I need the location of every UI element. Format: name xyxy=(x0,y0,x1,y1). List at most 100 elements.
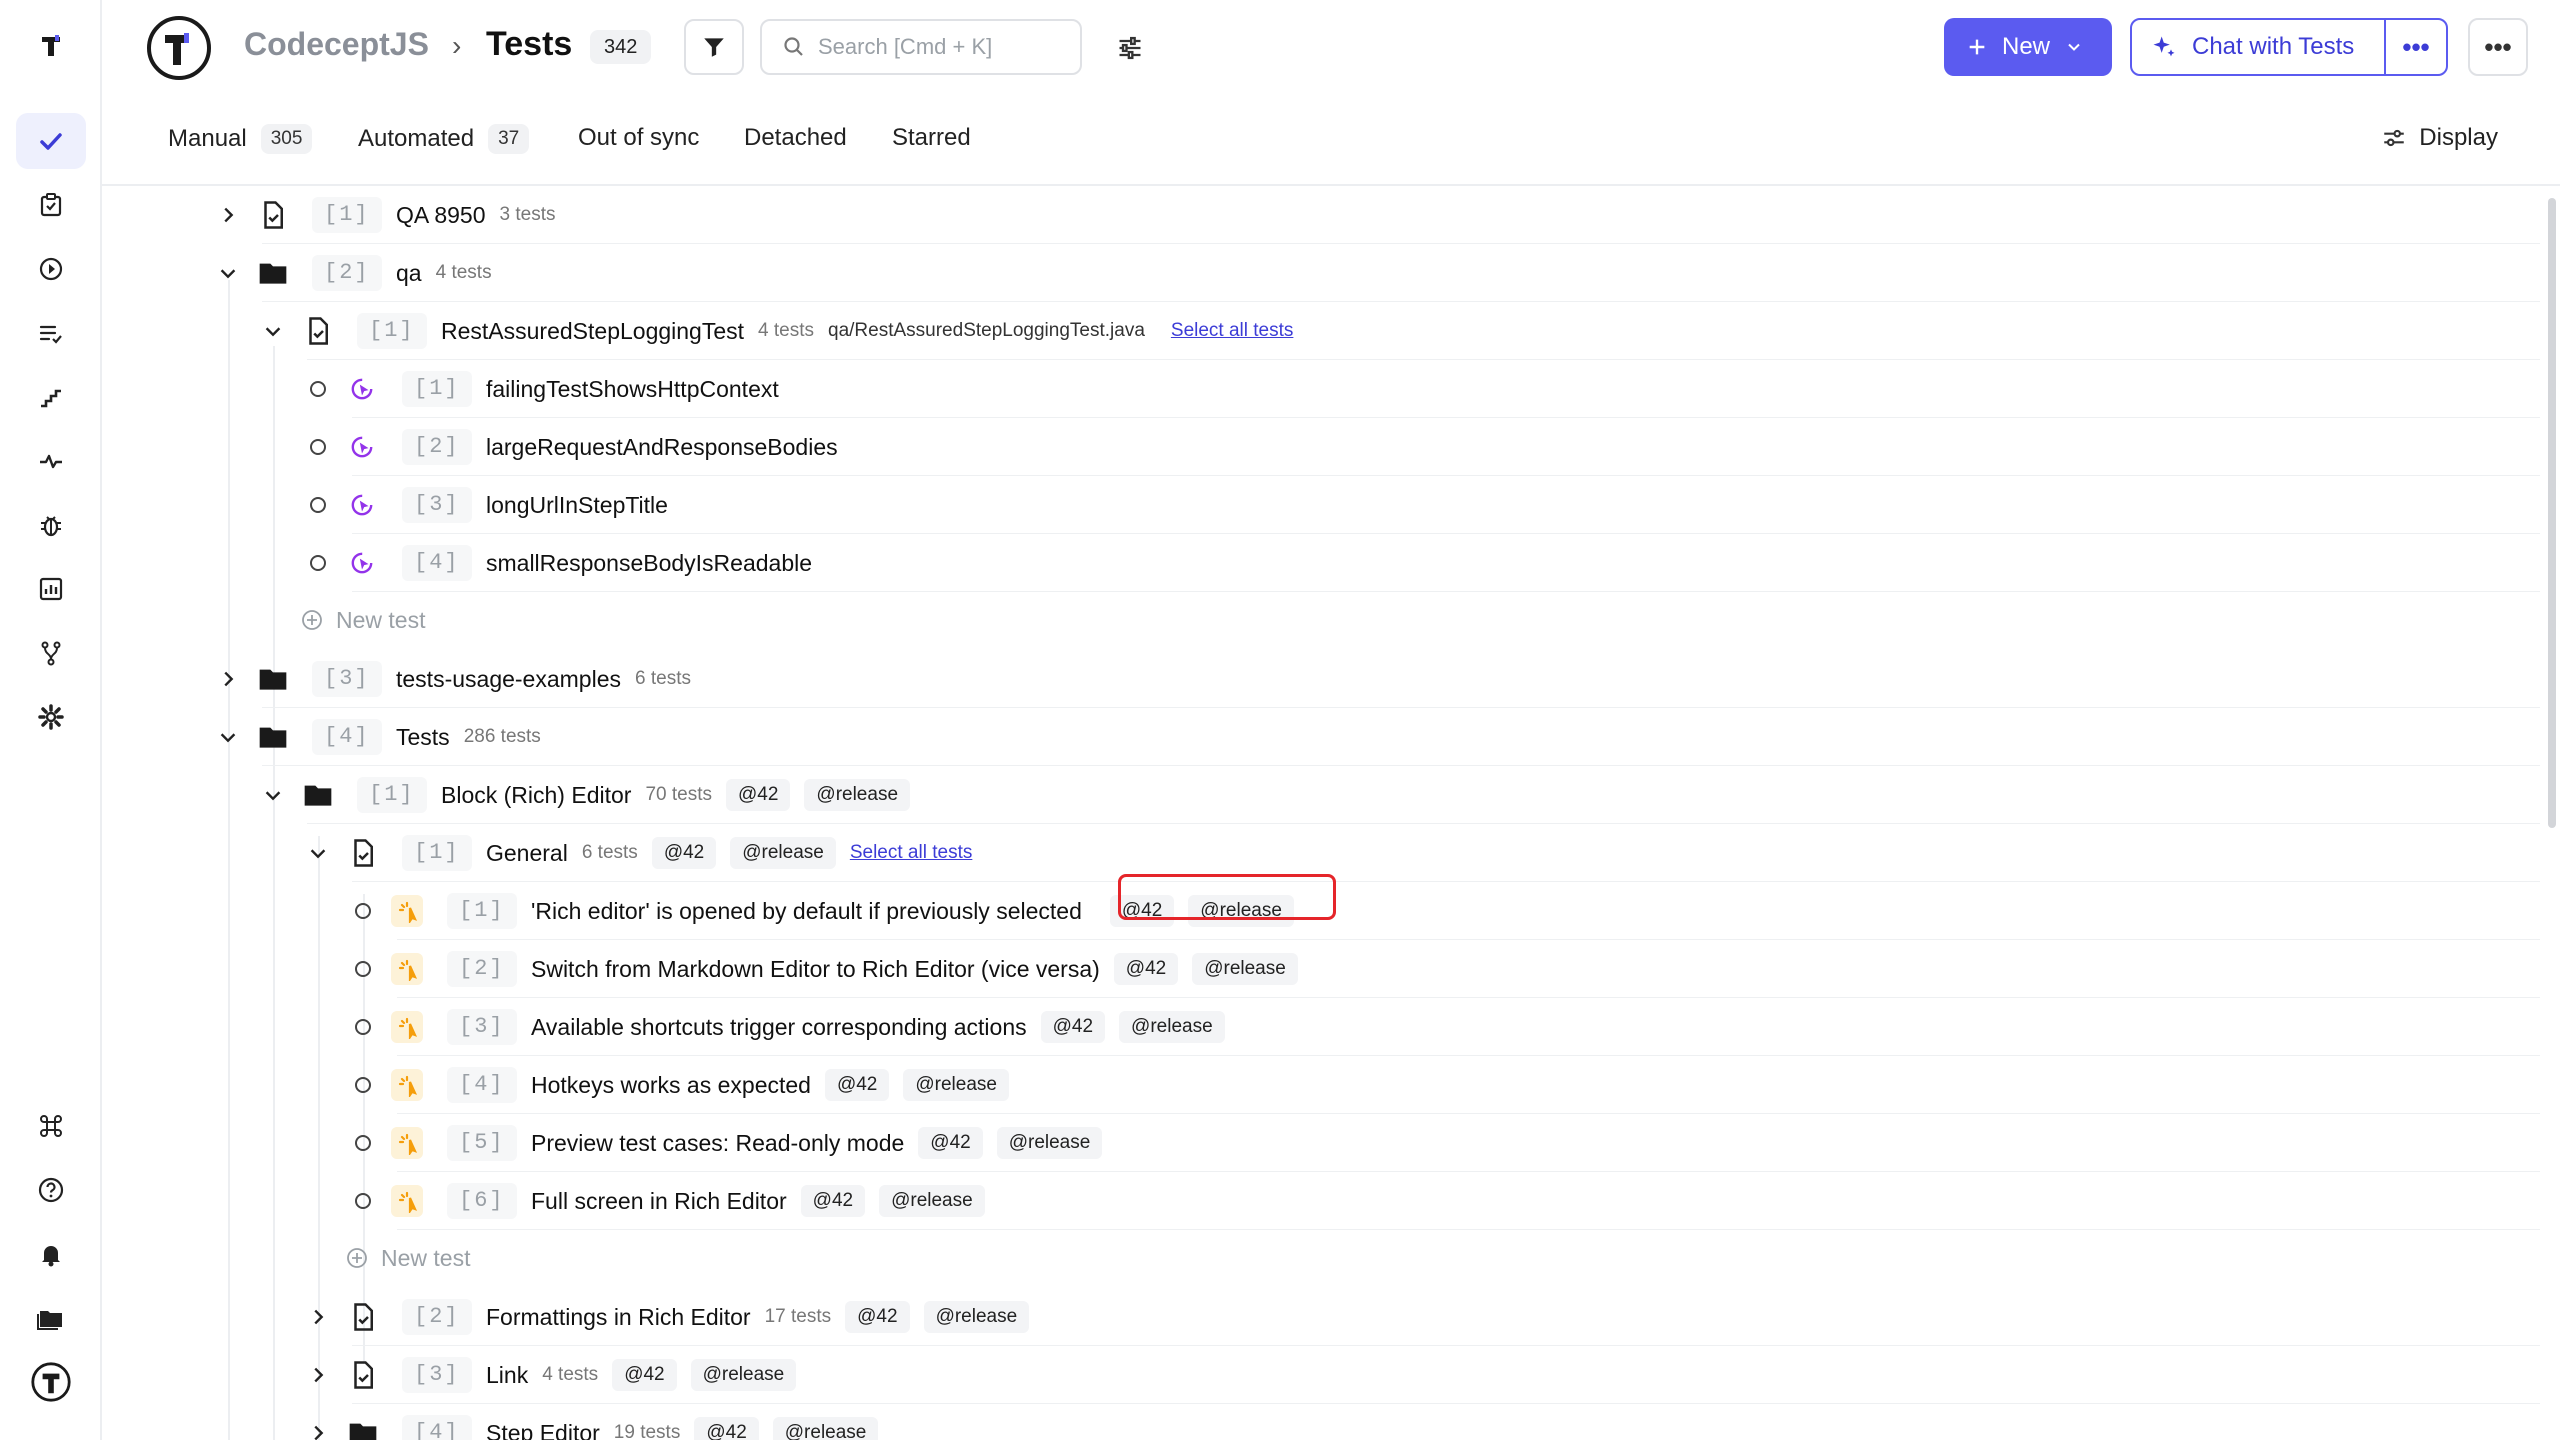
tree-row-test[interactable]: [2] Switch from Markdown Editor to Rich … xyxy=(102,940,2540,998)
sidebar-item-defects[interactable] xyxy=(16,497,86,553)
sidebar-item-commands[interactable] xyxy=(16,1098,86,1154)
project-logo[interactable] xyxy=(146,15,212,81)
tag-badge[interactable]: @release xyxy=(1192,953,1298,985)
chevron-down-icon[interactable] xyxy=(303,838,333,868)
sidebar-item-projects[interactable] xyxy=(16,1290,86,1346)
chat-with-tests-button[interactable]: Chat with Tests xyxy=(2132,20,2386,74)
status-circle-icon[interactable] xyxy=(310,381,326,397)
tree-row-suite[interactable]: [1] QA 8950 3 tests xyxy=(102,186,2540,244)
tree-row-test[interactable]: [2] largeRequestAndResponseBodies xyxy=(102,418,2540,476)
tag-badge[interactable]: @42 xyxy=(694,1417,759,1440)
tree-row-folder[interactable]: [4] Step Editor 19 tests @42 @release xyxy=(102,1404,2540,1440)
tree-row-test[interactable]: [5] Preview test cases: Read-only mode @… xyxy=(102,1114,2540,1172)
chevron-right-icon[interactable] xyxy=(303,1302,333,1332)
select-all-tests-link[interactable]: Select all tests xyxy=(1171,320,1294,342)
status-circle-icon[interactable] xyxy=(355,961,371,977)
chevron-down-icon[interactable] xyxy=(213,258,243,288)
status-circle-icon[interactable] xyxy=(355,903,371,919)
tree-row-suite[interactable]: [3] Link 4 tests @42 @release xyxy=(102,1346,2540,1404)
tag-badge[interactable]: @release xyxy=(879,1185,985,1217)
tag-badge[interactable]: @42 xyxy=(824,1069,890,1101)
tree-row-folder[interactable]: [1] Block (Rich) Editor 70 tests @42 @re… xyxy=(102,766,2540,824)
tag-badge[interactable]: @release xyxy=(772,1417,879,1440)
chevron-down-icon[interactable] xyxy=(258,316,288,346)
sidebar-item-notifications[interactable] xyxy=(16,1226,86,1282)
status-circle-icon[interactable] xyxy=(310,439,326,455)
tree-row-folder[interactable]: [4] Tests 286 tests xyxy=(102,708,2540,766)
tag-badge[interactable]: @42 xyxy=(651,837,717,869)
search-input[interactable] xyxy=(818,34,1058,60)
new-button[interactable]: New xyxy=(1944,18,2112,76)
tree-row-test[interactable]: [1] failingTestShowsHttpContext xyxy=(102,360,2540,418)
chevron-right-icon[interactable] xyxy=(213,664,243,694)
sidebar-item-plans[interactable] xyxy=(16,177,86,233)
chat-more-button[interactable]: ••• xyxy=(2386,32,2446,63)
tab-detached[interactable]: Detached xyxy=(744,124,847,152)
tree-row-test[interactable]: [6] Full screen in Rich Editor @42 @rele… xyxy=(102,1172,2540,1230)
chevron-right-icon[interactable] xyxy=(303,1418,333,1440)
search-box[interactable] xyxy=(760,19,1082,75)
tag-badge[interactable]: @release xyxy=(804,779,911,811)
tree-row-suite[interactable]: [2] Formattings in Rich Editor 17 tests … xyxy=(102,1288,2540,1346)
status-circle-icon[interactable] xyxy=(355,1135,371,1151)
chevron-right-icon[interactable] xyxy=(213,200,243,230)
tag-badge[interactable]: @42 xyxy=(800,1185,866,1217)
app-logo[interactable] xyxy=(16,18,86,74)
tab-automated[interactable]: Automated 37 xyxy=(358,124,530,154)
sidebar-user-avatar[interactable] xyxy=(16,1354,86,1410)
select-all-tests-link[interactable]: Select all tests xyxy=(850,842,973,864)
sidebar-item-settings[interactable] xyxy=(16,689,86,745)
tab-starred[interactable]: Starred xyxy=(892,124,971,152)
status-circle-icon[interactable] xyxy=(355,1193,371,1209)
sidebar-item-help[interactable] xyxy=(16,1162,86,1218)
view-settings-button[interactable] xyxy=(1110,28,1150,68)
tree-row-test[interactable]: [4] Hotkeys works as expected @42 @relea… xyxy=(102,1056,2540,1114)
sidebar-item-steps[interactable] xyxy=(16,369,86,425)
tag-badge[interactable]: @release xyxy=(923,1301,1030,1333)
pulse-icon xyxy=(40,454,62,469)
breadcrumb-project[interactable]: CodeceptJS xyxy=(244,26,429,63)
display-button[interactable]: Display xyxy=(2381,124,2498,152)
automated-icon xyxy=(346,547,378,579)
sidebar-item-pulse[interactable] xyxy=(16,433,86,489)
tree-row-folder[interactable]: [2] qa 4 tests xyxy=(102,244,2540,302)
vertical-scrollbar[interactable] xyxy=(2548,198,2556,828)
status-circle-icon[interactable] xyxy=(310,555,326,571)
sidebar-item-branches[interactable] xyxy=(16,625,86,681)
tag-badge[interactable]: @release xyxy=(730,837,836,869)
tag-badge[interactable]: @42 xyxy=(725,779,791,811)
sidebar-item-tests[interactable] xyxy=(16,113,86,169)
tag-badge[interactable]: @42 xyxy=(1040,1011,1106,1043)
sidebar-item-analytics[interactable] xyxy=(16,561,86,617)
more-options-button[interactable]: ••• xyxy=(2468,18,2528,76)
tag-badge[interactable]: @42 xyxy=(918,1127,983,1159)
tree-row-test[interactable]: [3] Available shortcuts trigger correspo… xyxy=(102,998,2540,1056)
status-circle-icon[interactable] xyxy=(310,497,326,513)
tree-row-test[interactable]: [4] smallResponseBodyIsReadable xyxy=(102,534,2540,592)
tag-badge[interactable]: @42 xyxy=(845,1301,910,1333)
status-circle-icon[interactable] xyxy=(355,1077,371,1093)
tag-badge[interactable]: @release xyxy=(996,1127,1103,1159)
tab-manual[interactable]: Manual 305 xyxy=(168,124,313,154)
item-number: [3] xyxy=(447,1009,517,1045)
new-test-button[interactable]: New test xyxy=(345,1230,470,1286)
status-circle-icon[interactable] xyxy=(355,1019,371,1035)
tabs-bar: Manual 305 Automated 37 Out of sync Deta… xyxy=(102,96,2560,186)
folder-icon xyxy=(301,778,335,812)
chevron-down-icon[interactable] xyxy=(213,722,243,752)
sidebar-item-runs[interactable] xyxy=(16,241,86,297)
tab-out-of-sync[interactable]: Out of sync xyxy=(578,124,699,152)
tag-badge[interactable]: @release xyxy=(903,1069,1009,1101)
new-test-button[interactable]: New test xyxy=(300,592,425,648)
chevron-down-icon[interactable] xyxy=(258,780,288,810)
tree-row-folder[interactable]: [3] tests-usage-examples 6 tests xyxy=(102,650,2540,708)
sidebar-item-checklist[interactable] xyxy=(16,305,86,361)
tag-badge[interactable]: @release xyxy=(1119,1011,1225,1043)
tag-badge[interactable]: @42 xyxy=(1113,953,1179,985)
filter-button[interactable] xyxy=(684,19,744,75)
chevron-right-icon[interactable] xyxy=(303,1360,333,1390)
tree-row-suite[interactable]: [1] RestAssuredStepLoggingTest 4 tests q… xyxy=(102,302,2540,360)
tree-row-test[interactable]: [3] longUrlInStepTitle xyxy=(102,476,2540,534)
tag-badge[interactable]: @release xyxy=(690,1359,797,1391)
tag-badge[interactable]: @42 xyxy=(612,1359,677,1391)
